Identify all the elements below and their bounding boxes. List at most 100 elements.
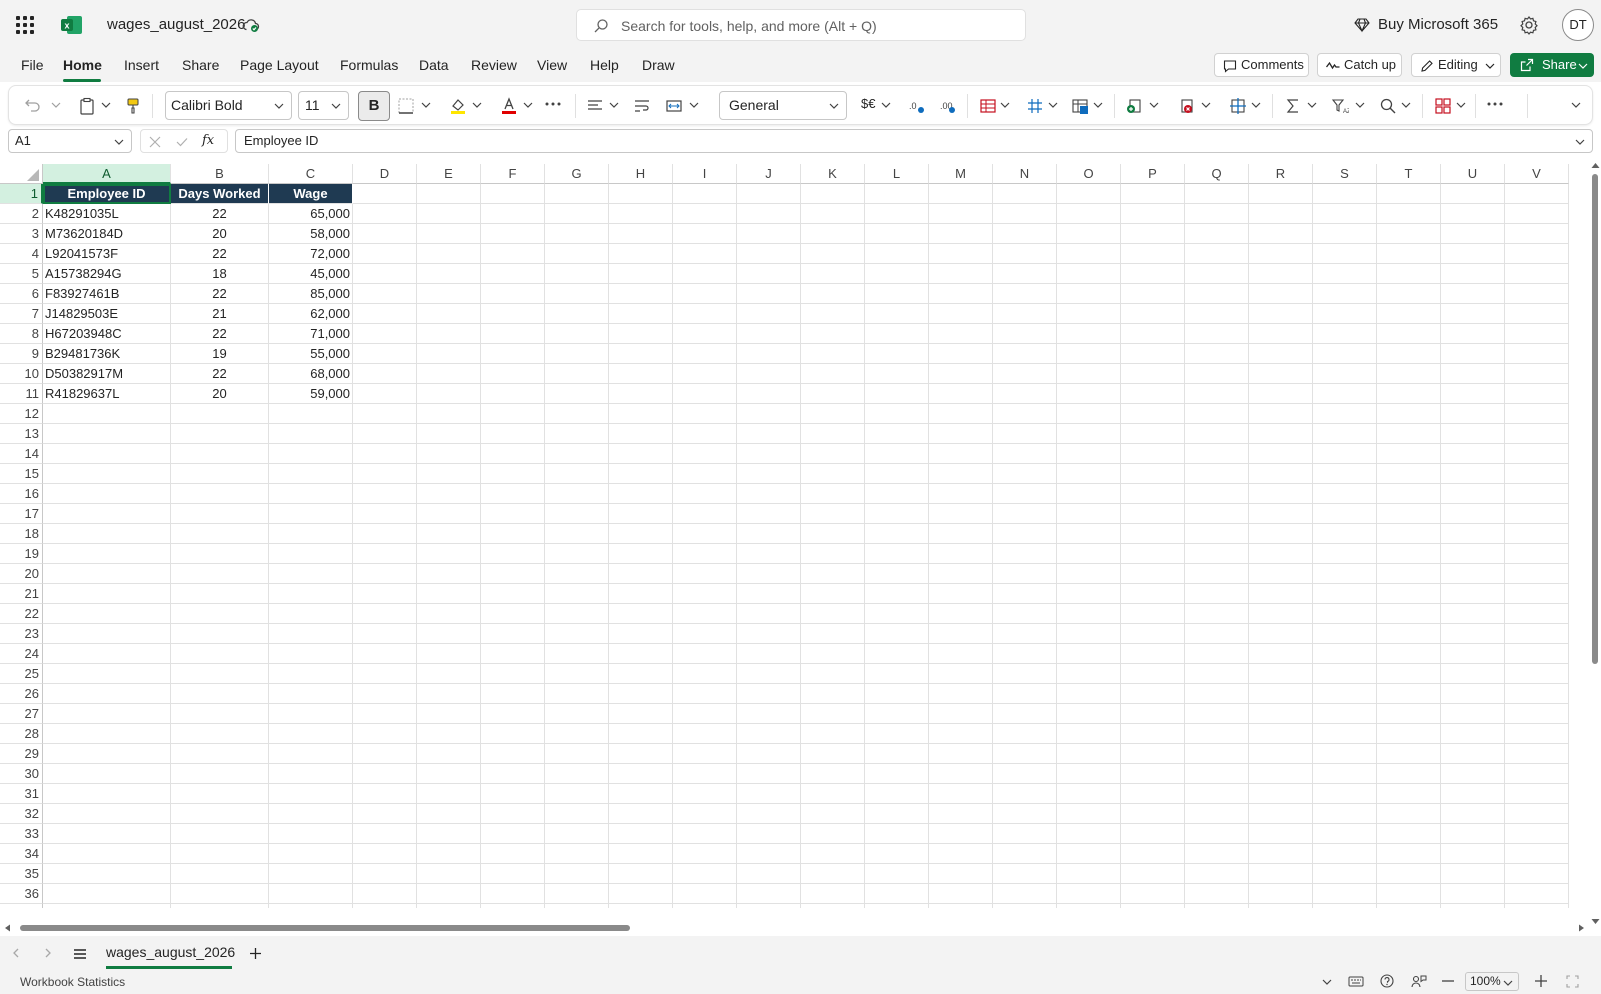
cell-j32[interactable] bbox=[737, 804, 801, 824]
row-header-21[interactable]: 21 bbox=[0, 584, 43, 604]
font-color-icon[interactable] bbox=[500, 97, 518, 115]
cell-v16[interactable] bbox=[1505, 484, 1569, 504]
cell-e17[interactable] bbox=[417, 504, 481, 524]
cell-r25[interactable] bbox=[1249, 664, 1313, 684]
cell-i21[interactable] bbox=[673, 584, 737, 604]
cell-v36[interactable] bbox=[1505, 884, 1569, 904]
cell-s24[interactable] bbox=[1313, 644, 1377, 664]
row-header-25[interactable]: 25 bbox=[0, 664, 43, 684]
cell-q30[interactable] bbox=[1185, 764, 1249, 784]
cell-m34[interactable] bbox=[929, 844, 993, 864]
cell-h23[interactable] bbox=[609, 624, 673, 644]
cell-r1[interactable] bbox=[1249, 184, 1313, 204]
cell-m12[interactable] bbox=[929, 404, 993, 424]
cell-d21[interactable] bbox=[353, 584, 417, 604]
cell-t18[interactable] bbox=[1377, 524, 1441, 544]
buy-microsoft-365-link[interactable]: Buy Microsoft 365 bbox=[1378, 16, 1498, 33]
cell-d30[interactable] bbox=[353, 764, 417, 784]
cell-p32[interactable] bbox=[1121, 804, 1185, 824]
cell-m27[interactable] bbox=[929, 704, 993, 724]
cell-i26[interactable] bbox=[673, 684, 737, 704]
cell-f35[interactable] bbox=[481, 864, 545, 884]
row-header-27[interactable]: 27 bbox=[0, 704, 43, 724]
cell-m3[interactable] bbox=[929, 224, 993, 244]
cell-d15[interactable] bbox=[353, 464, 417, 484]
cell-s4[interactable] bbox=[1313, 244, 1377, 264]
cell-q18[interactable] bbox=[1185, 524, 1249, 544]
help-icon[interactable] bbox=[1380, 974, 1394, 988]
cell-o22[interactable] bbox=[1057, 604, 1121, 624]
cell-a16[interactable] bbox=[43, 484, 171, 504]
cell-f24[interactable] bbox=[481, 644, 545, 664]
cell-u29[interactable] bbox=[1441, 744, 1505, 764]
cell-p7[interactable] bbox=[1121, 304, 1185, 324]
column-header-m[interactable]: M bbox=[929, 164, 993, 184]
cell-e6[interactable] bbox=[417, 284, 481, 304]
cell-a4[interactable]: L92041573F bbox=[43, 244, 171, 264]
cell-u2[interactable] bbox=[1441, 204, 1505, 224]
cell-c10[interactable]: 68,000 bbox=[269, 364, 353, 384]
cell-v26[interactable] bbox=[1505, 684, 1569, 704]
cell-h27[interactable] bbox=[609, 704, 673, 724]
cell-s8[interactable] bbox=[1313, 324, 1377, 344]
cell-v31[interactable] bbox=[1505, 784, 1569, 804]
cell-o18[interactable] bbox=[1057, 524, 1121, 544]
cell-e26[interactable] bbox=[417, 684, 481, 704]
row-header-9[interactable]: 9 bbox=[0, 344, 43, 364]
cell-t9[interactable] bbox=[1377, 344, 1441, 364]
cell-r14[interactable] bbox=[1249, 444, 1313, 464]
cell-r16[interactable] bbox=[1249, 484, 1313, 504]
cell-d36[interactable] bbox=[353, 884, 417, 904]
cell-i1[interactable] bbox=[673, 184, 737, 204]
cell-t23[interactable] bbox=[1377, 624, 1441, 644]
cell-i11[interactable] bbox=[673, 384, 737, 404]
cell-g7[interactable] bbox=[545, 304, 609, 324]
cell-d7[interactable] bbox=[353, 304, 417, 324]
row-header-7[interactable]: 7 bbox=[0, 304, 43, 324]
cell-p29[interactable] bbox=[1121, 744, 1185, 764]
cell-d28[interactable] bbox=[353, 724, 417, 744]
cell-v34[interactable] bbox=[1505, 844, 1569, 864]
cell-t34[interactable] bbox=[1377, 844, 1441, 864]
cell-s10[interactable] bbox=[1313, 364, 1377, 384]
cell-v6[interactable] bbox=[1505, 284, 1569, 304]
cell-k35[interactable] bbox=[801, 864, 865, 884]
cell-b17[interactable] bbox=[171, 504, 269, 524]
cell-t31[interactable] bbox=[1377, 784, 1441, 804]
cell-u3[interactable] bbox=[1441, 224, 1505, 244]
cell-s37[interactable] bbox=[1313, 904, 1377, 908]
cell-n37[interactable] bbox=[993, 904, 1057, 908]
cell-g16[interactable] bbox=[545, 484, 609, 504]
cell-q3[interactable] bbox=[1185, 224, 1249, 244]
cell-b26[interactable] bbox=[171, 684, 269, 704]
cell-k8[interactable] bbox=[801, 324, 865, 344]
cell-o8[interactable] bbox=[1057, 324, 1121, 344]
row-header-26[interactable]: 26 bbox=[0, 684, 43, 704]
cell-p13[interactable] bbox=[1121, 424, 1185, 444]
cell-u28[interactable] bbox=[1441, 724, 1505, 744]
cell-j18[interactable] bbox=[737, 524, 801, 544]
cell-i31[interactable] bbox=[673, 784, 737, 804]
cell-n2[interactable] bbox=[993, 204, 1057, 224]
cell-h9[interactable] bbox=[609, 344, 673, 364]
cell-k23[interactable] bbox=[801, 624, 865, 644]
cell-t7[interactable] bbox=[1377, 304, 1441, 324]
cell-l21[interactable] bbox=[865, 584, 929, 604]
cell-b22[interactable] bbox=[171, 604, 269, 624]
cell-q35[interactable] bbox=[1185, 864, 1249, 884]
cell-t28[interactable] bbox=[1377, 724, 1441, 744]
cell-i20[interactable] bbox=[673, 564, 737, 584]
cell-p23[interactable] bbox=[1121, 624, 1185, 644]
cell-i37[interactable] bbox=[673, 904, 737, 908]
cell-q10[interactable] bbox=[1185, 364, 1249, 384]
cell-o12[interactable] bbox=[1057, 404, 1121, 424]
cell-j30[interactable] bbox=[737, 764, 801, 784]
cell-f33[interactable] bbox=[481, 824, 545, 844]
cell-p15[interactable] bbox=[1121, 464, 1185, 484]
cell-j34[interactable] bbox=[737, 844, 801, 864]
cell-l28[interactable] bbox=[865, 724, 929, 744]
cell-o7[interactable] bbox=[1057, 304, 1121, 324]
column-header-v[interactable]: V bbox=[1505, 164, 1569, 184]
tab-draw[interactable]: Draw bbox=[642, 57, 675, 73]
cell-b20[interactable] bbox=[171, 564, 269, 584]
